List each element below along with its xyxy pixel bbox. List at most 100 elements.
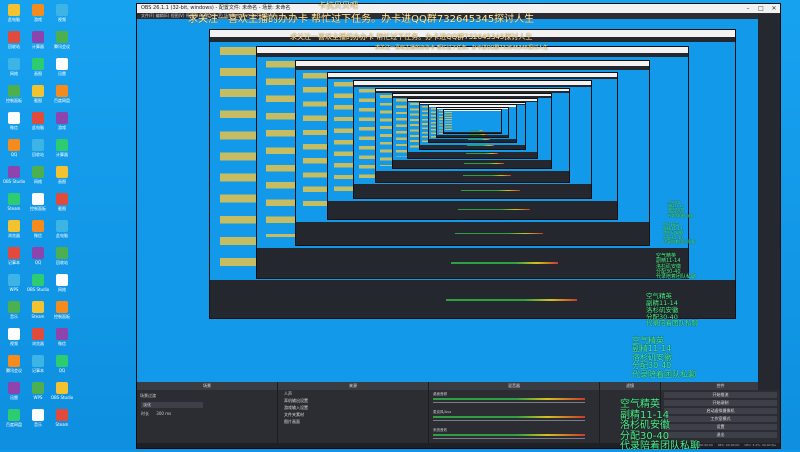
desktop-icon[interactable]: 此电脑 <box>26 112 50 138</box>
nested-meter <box>468 134 487 136</box>
control-button[interactable]: 开始录制 <box>664 400 777 406</box>
nested-capture-window <box>442 108 503 134</box>
desktop-icon[interactable]: OBS Studio <box>26 274 50 300</box>
desktop-icon[interactable]: QQ <box>50 355 74 381</box>
app-icon <box>32 328 44 340</box>
desktop-icon[interactable]: 计算器 <box>50 139 74 165</box>
maximize-icon[interactable]: □ <box>755 4 767 13</box>
desktop-icon[interactable]: 记事本 <box>2 247 26 273</box>
volume-slider[interactable] <box>433 420 585 421</box>
desktop-icon[interactable]: 视频 <box>2 328 26 354</box>
desktop-icon[interactable]: 画图 <box>50 166 74 192</box>
desktop-icon[interactable]: 腾讯会议 <box>50 31 74 57</box>
source-item[interactable]: 文件夹素材 <box>278 411 428 418</box>
desktop-icon-label: 此电脑 <box>8 17 20 22</box>
desktop-icon[interactable]: 此电脑 <box>2 4 26 30</box>
desktop-icon[interactable]: 记事本 <box>26 355 50 381</box>
app-icon <box>8 301 20 313</box>
minimize-icon[interactable]: – <box>742 4 754 13</box>
desktop-icon[interactable]: 网络 <box>50 274 74 300</box>
desktop-icon[interactable]: WPS <box>26 382 50 408</box>
desktop-icon-label: OBS Studio <box>26 287 50 292</box>
desktop-icon[interactable]: 回收站 <box>26 139 50 165</box>
volume-slider[interactable] <box>433 438 585 439</box>
desktop-icon[interactable]: OBS Studio <box>2 166 26 192</box>
desktop-icon[interactable]: 游戏 <box>50 112 74 138</box>
nested-meter <box>460 190 520 192</box>
nested-meter <box>450 262 559 264</box>
overlay-info-line: 代录陪着团队私聊 <box>663 238 695 244</box>
desktop-icon[interactable]: Steam <box>50 409 74 435</box>
app-icon <box>56 274 68 286</box>
desktop-icon[interactable]: 控制面板 <box>50 301 74 327</box>
desktop-icon-label: 记事本 <box>32 368 44 373</box>
control-button[interactable]: 设置 <box>664 424 777 430</box>
desktop-icon[interactable]: QQ <box>26 247 50 273</box>
desktop-icon[interactable]: OBS Studio <box>50 382 74 408</box>
desktop-icon[interactable]: 百度网盘 <box>50 85 74 111</box>
app-icon <box>8 139 20 151</box>
desktop-icon-label: QQ <box>58 368 66 373</box>
nested-titlebar <box>407 98 538 101</box>
desktop-icon[interactable]: 控制面板 <box>2 85 26 111</box>
desktop-icon[interactable]: 微信 <box>2 112 26 138</box>
app-icon <box>32 166 44 178</box>
desktop-icon[interactable]: 计算器 <box>26 31 50 57</box>
transition-select[interactable]: 淡化 <box>141 402 203 408</box>
desktop-icon-label: OBS Studio <box>2 179 26 184</box>
app-icon <box>56 193 68 205</box>
desktop-icon[interactable]: 画图 <box>26 58 50 84</box>
source-item[interactable]: 游戏输入设置 <box>278 404 428 411</box>
desktop-icon[interactable]: 音乐 <box>26 409 50 435</box>
app-icon <box>56 355 68 367</box>
desktop-icon[interactable]: 迅雷 <box>2 382 26 408</box>
desktop-icon[interactable]: 视频 <box>50 4 74 30</box>
desktop-icon[interactable]: 网络 <box>26 166 50 192</box>
desktop-icon[interactable]: 腾讯会议 <box>2 355 26 381</box>
nested-preview <box>443 111 502 132</box>
desktop-icon[interactable]: 网络 <box>2 58 26 84</box>
desktop-icon[interactable]: QQ <box>2 139 26 165</box>
mixer-track-label: 麦克风/Aux <box>433 410 452 414</box>
source-item[interactable]: 图片画面 <box>278 418 428 425</box>
desktop-icon[interactable]: 浏览器 <box>26 328 50 354</box>
desktop-icon[interactable]: 微信 <box>26 220 50 246</box>
duration-label: 时长 <box>141 411 149 416</box>
transition-value: 淡化 <box>143 402 151 407</box>
source-item[interactable]: 耳机输出设置 <box>278 397 428 404</box>
mixer-dock: 混音器 桌面音频 麦克风/Aux 系统音效 <box>429 382 600 448</box>
app-icon <box>8 58 20 70</box>
obs-window: OBS 26.1.1 (32-bit, windows) - 配置文件: 未命名… <box>136 3 781 449</box>
close-icon[interactable]: ✕ <box>768 4 780 13</box>
desktop-icon[interactable]: 回收站 <box>50 247 74 273</box>
desktop-icon-label: 微信 <box>34 233 42 238</box>
desktop-icon[interactable]: 百度网盘 <box>2 409 26 435</box>
control-button[interactable]: 启动虚拟摄像机 <box>664 408 777 414</box>
desktop-icon[interactable]: 浏览器 <box>2 220 26 246</box>
desktop-icon-label: 迅雷 <box>10 395 18 400</box>
control-button[interactable]: 工作室模式 <box>664 416 777 422</box>
control-button[interactable]: 开始推流 <box>664 392 777 398</box>
overlay-info-line: 代录陪着团队私聊 <box>632 369 696 379</box>
desktop-icon[interactable]: 截图 <box>50 193 74 219</box>
desktop-icon[interactable]: 截图 <box>26 85 50 111</box>
desktop-icon[interactable]: 音乐 <box>2 301 26 327</box>
desktop-icon[interactable]: 游戏 <box>26 4 50 30</box>
desktop-icon[interactable]: 此电脑 <box>50 220 74 246</box>
desktop-icon-label: WPS <box>33 395 43 400</box>
desktop-icon[interactable]: WPS <box>2 274 26 300</box>
app-icon <box>56 58 68 70</box>
volume-slider[interactable] <box>433 402 585 403</box>
desktop-icon[interactable]: 微信 <box>50 328 74 354</box>
desktop-icon[interactable]: 回收站 <box>2 31 26 57</box>
desktop-icon-label: 浏览器 <box>32 341 44 346</box>
desktop-icon[interactable]: Steam <box>2 193 26 219</box>
desktop-icon[interactable]: Steam <box>26 301 50 327</box>
nested-meter <box>465 153 499 155</box>
app-icon <box>8 274 20 286</box>
desktop-icon[interactable]: 控制面板 <box>26 193 50 219</box>
source-item[interactable]: 人声 <box>278 390 428 397</box>
mixer-track-label: 桌面音频 <box>433 392 447 396</box>
desktop-icon[interactable]: 迅雷 <box>50 58 74 84</box>
nested-titlebar <box>328 72 617 77</box>
